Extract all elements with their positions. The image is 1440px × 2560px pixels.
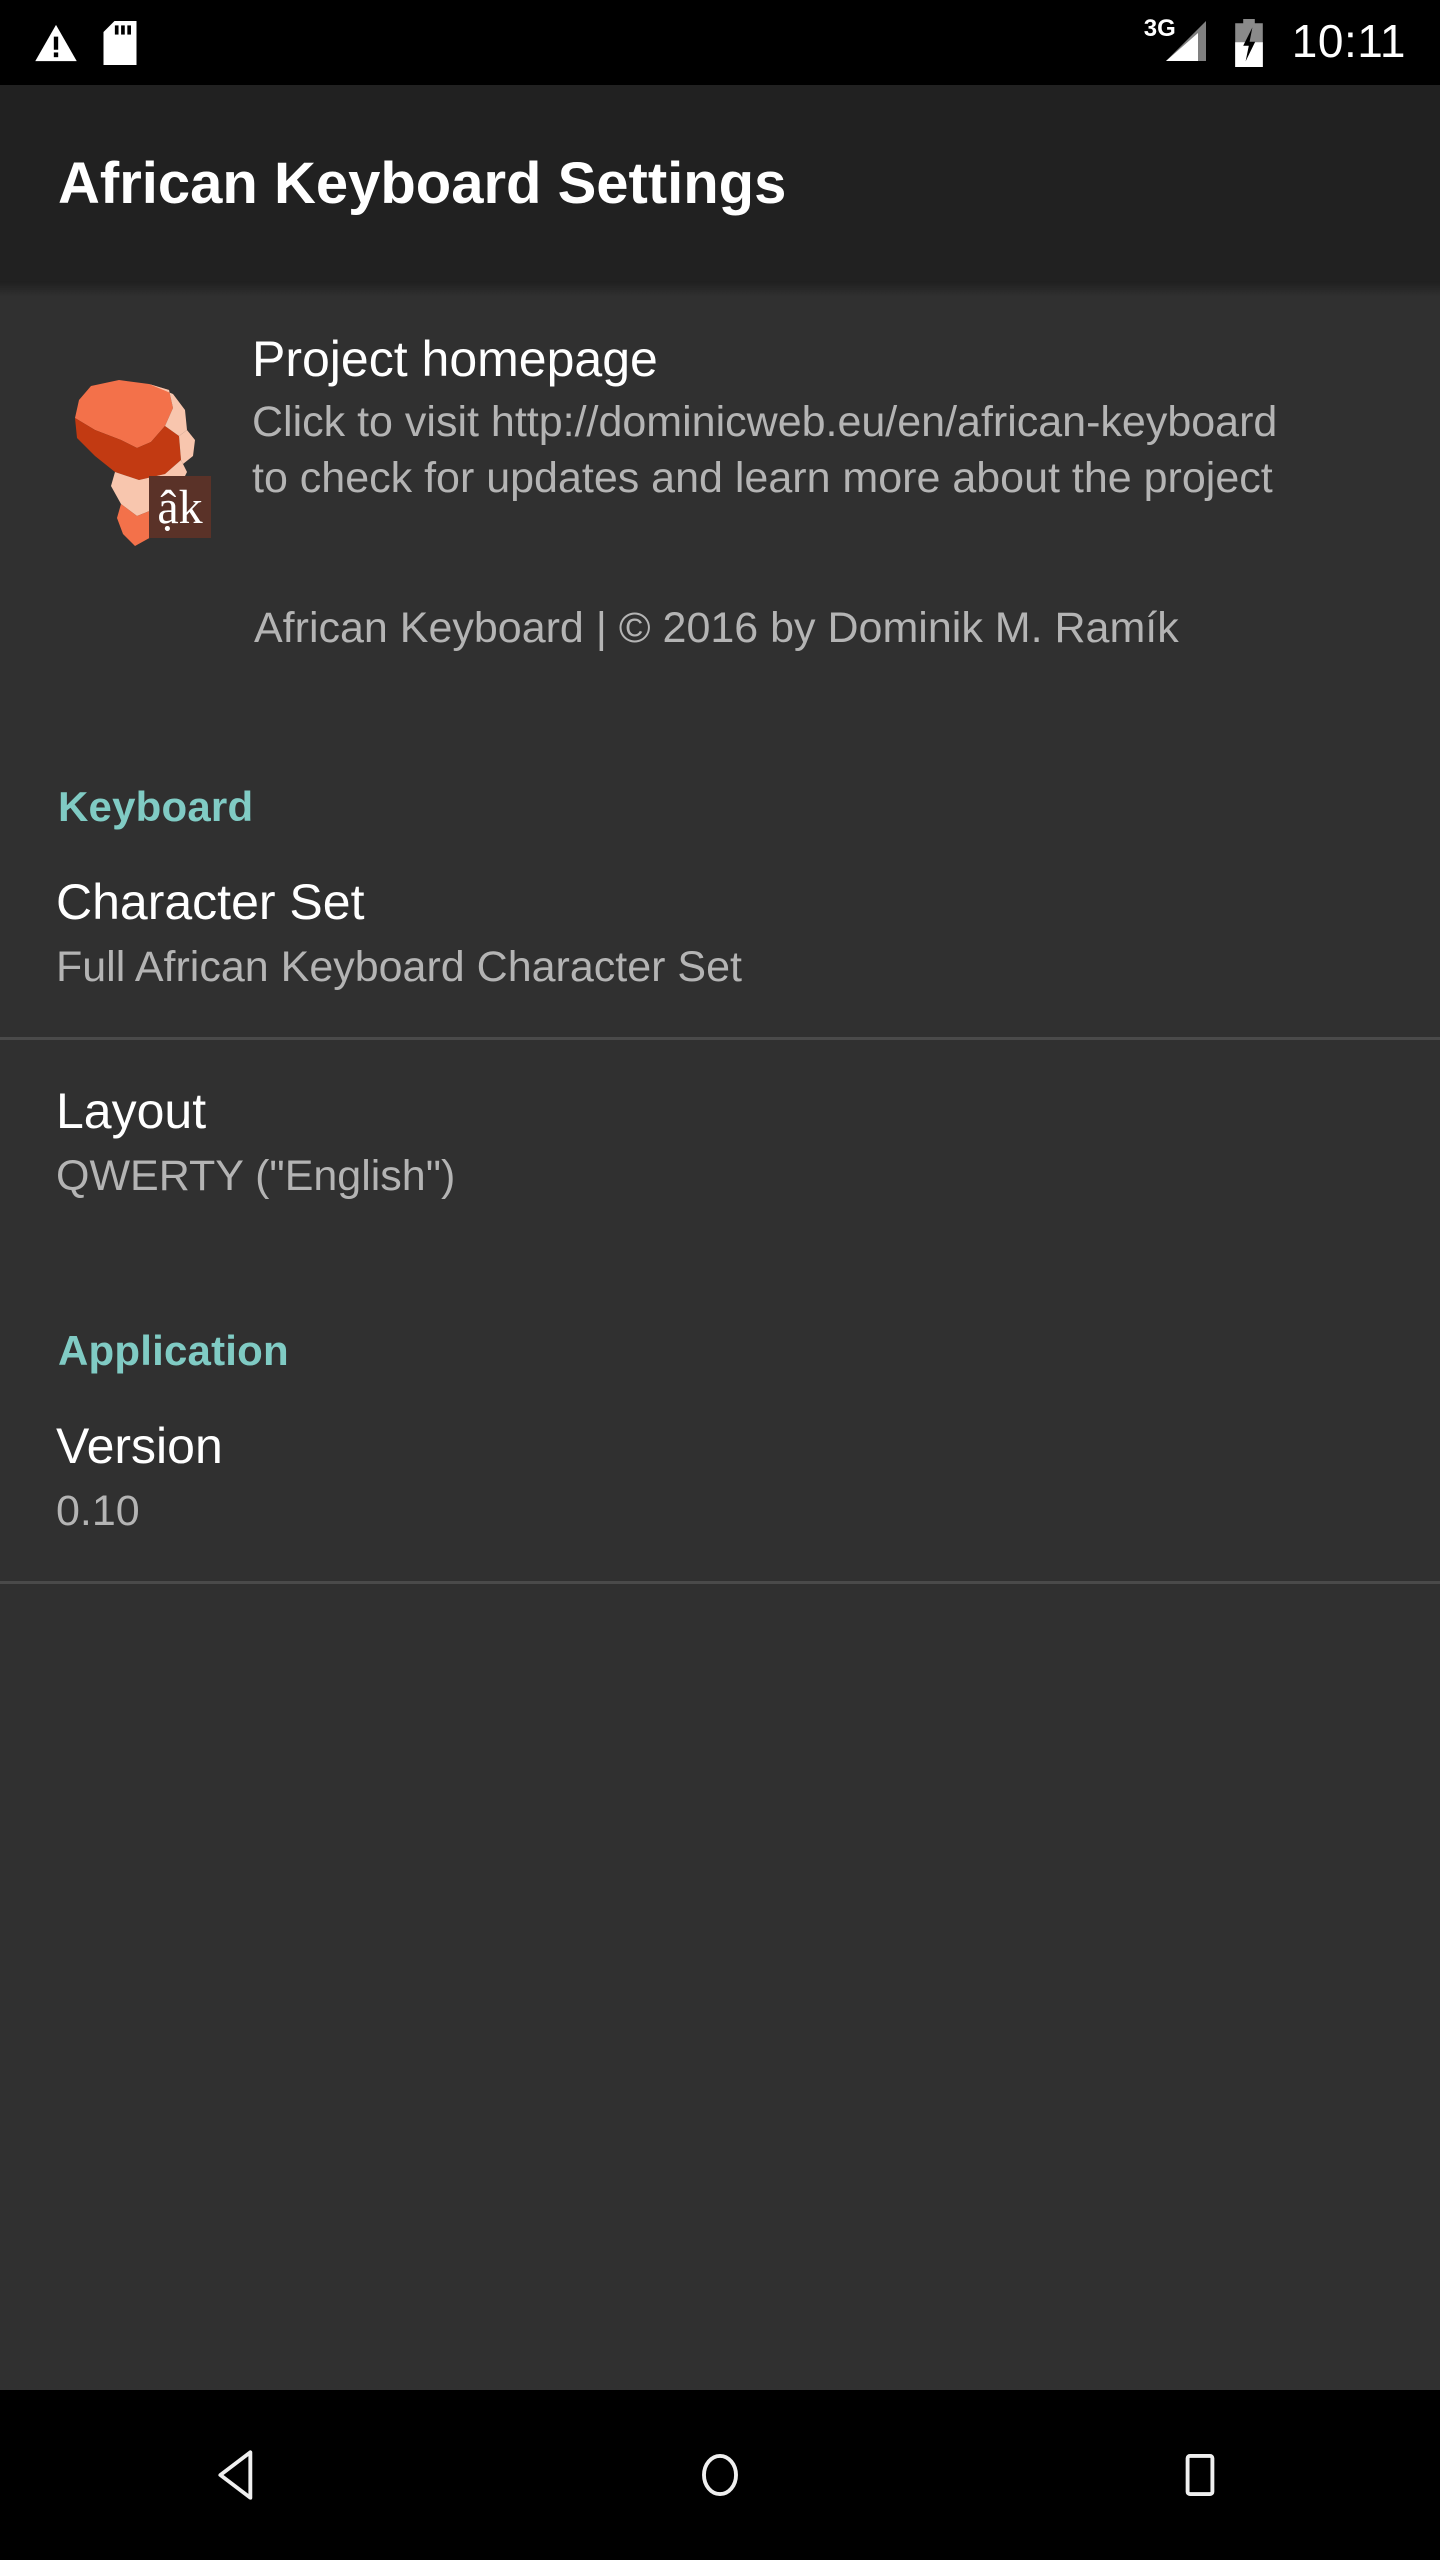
preference-summary: 0.10 bbox=[56, 1486, 140, 1535]
preference-summary: Full African Keyboard Character Set bbox=[56, 942, 742, 991]
preference-character-set[interactable]: Character Set Full African Keyboard Char… bbox=[0, 831, 1440, 994]
signal-bars-icon: 3G bbox=[1144, 16, 1212, 67]
battery-charging-icon bbox=[1232, 18, 1266, 67]
action-bar: African Keyboard Settings bbox=[0, 85, 1440, 281]
preference-summary: Click to visit http://dominicweb.eu/en/a… bbox=[252, 398, 1278, 502]
preference-title: Layout bbox=[56, 1083, 207, 1140]
status-bar-right-icons: 3G 10:11 bbox=[1144, 14, 1406, 67]
preference-title: Character Set bbox=[56, 873, 365, 930]
preference-version[interactable]: Version 0.10 bbox=[0, 1375, 1440, 1538]
preference-text-block: Project homepage Click to visit http://d… bbox=[216, 325, 1312, 507]
page-title: African Keyboard Settings bbox=[58, 150, 787, 216]
nav-home-button[interactable] bbox=[480, 2390, 960, 2560]
divider bbox=[0, 1581, 1440, 1585]
nav-recents-button[interactable] bbox=[960, 2390, 1440, 2560]
section-header-application: Application bbox=[58, 1326, 289, 1374]
warning-icon bbox=[34, 23, 78, 63]
preference-title: Version bbox=[56, 1417, 223, 1474]
logo-badge-text: ậk bbox=[157, 481, 202, 534]
nav-back-button[interactable] bbox=[0, 2390, 480, 2560]
status-bar-left-icons bbox=[34, 20, 138, 65]
settings-list[interactable]: ậk Project homepage Click to visit http:… bbox=[0, 281, 1440, 2390]
section-header-keyboard: Keyboard bbox=[58, 782, 254, 830]
preference-summary: QWERTY ("English") bbox=[56, 1152, 456, 1201]
navigation-bar bbox=[0, 2390, 1440, 2560]
copyright-text: African Keyboard | © 2016 by Dominik M. … bbox=[254, 604, 1179, 652]
african-keyboard-logo: ậk bbox=[56, 359, 216, 559]
sdcard-icon bbox=[102, 20, 138, 65]
preference-project-homepage[interactable]: ậk Project homepage Click to visit http:… bbox=[0, 281, 1440, 559]
status-bar-clock: 10:11 bbox=[1291, 14, 1406, 67]
preference-layout[interactable]: Layout QWERTY ("English") bbox=[0, 1040, 1440, 1203]
phone-screen: 3G 10:11 African Keyboard Settings ậk Pr… bbox=[0, 0, 1440, 2560]
preference-title: Project homepage bbox=[252, 331, 658, 387]
status-bar: 3G 10:11 bbox=[0, 0, 1440, 85]
